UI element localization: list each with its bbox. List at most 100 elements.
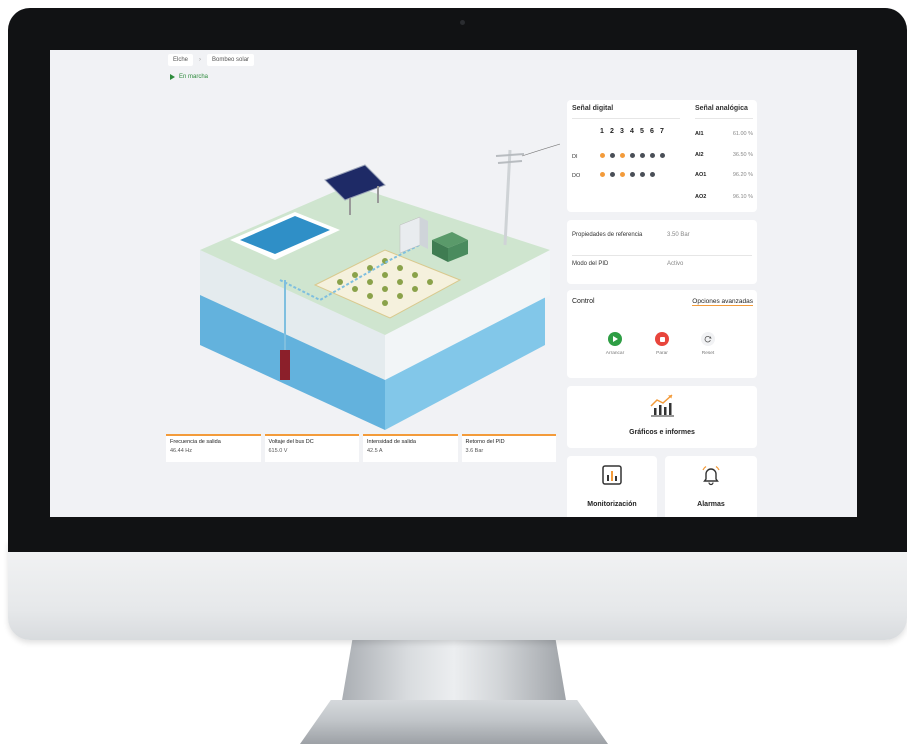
- signal-dot-active: [619, 153, 625, 158]
- analog-value: 36.50 %: [732, 152, 753, 158]
- analog-signal-title: Señal analógica: [695, 105, 748, 112]
- signal-dot-inactive: [659, 153, 665, 158]
- camera-icon: [460, 20, 465, 25]
- metric-value: 46.44 Hz: [170, 448, 193, 454]
- metric-label: Frecuencia de salida: [170, 439, 221, 445]
- analog-value: 96.10 %: [732, 194, 753, 200]
- analog-name: AO2: [695, 194, 707, 200]
- pid-mode-value: Activo: [667, 261, 684, 267]
- breadcrumb-separator: ›: [199, 57, 202, 63]
- signal-dot-active: [619, 172, 625, 177]
- status-badge: En marcha: [170, 74, 208, 80]
- charts-reports-card[interactable]: Gráficos e informes: [567, 386, 757, 448]
- advanced-options-link[interactable]: Opciones avanzadas: [692, 298, 753, 306]
- analog-value: 96.20 %: [732, 172, 753, 178]
- digital-columns: 1 2 3 4 5 6 7: [597, 128, 667, 135]
- metric-value: 42.5 A: [367, 448, 383, 454]
- column-number: 7: [660, 128, 664, 135]
- signal-dot-inactive: [649, 153, 655, 158]
- monitoring-card[interactable]: Monitorización: [567, 456, 657, 517]
- column-number: 3: [620, 128, 624, 135]
- reference-label: Propiedades de referencia: [572, 232, 643, 238]
- column-number: 2: [610, 128, 614, 135]
- monitor-stand-base: [300, 700, 608, 744]
- analog-name: AI2: [695, 152, 704, 158]
- signals-card: Señal digital Señal analógica 1 2 3 4 5 …: [567, 100, 757, 212]
- metric-value: 615.0 V: [268, 448, 288, 454]
- alarms-card[interactable]: Alarmas: [665, 456, 757, 517]
- signal-dot-active: [599, 153, 605, 158]
- pid-mode-label: Modo del PID: [572, 261, 609, 267]
- start-label: Arrancar: [605, 351, 625, 356]
- bell-icon: [702, 465, 720, 486]
- stop-circle: [655, 332, 669, 346]
- analog-value: 61.00 %: [732, 131, 753, 137]
- status-label: En marcha: [179, 74, 209, 80]
- reset-label: Reset: [701, 351, 715, 356]
- pid-mode-row: Modo del PID Activo: [572, 261, 752, 267]
- metrics-bar: Frecuencia de salida 46.44 Hz Voltaje de…: [166, 434, 556, 462]
- row-label: DI: [572, 153, 578, 160]
- divider: [695, 118, 753, 119]
- signal-dot-inactive: [609, 153, 615, 158]
- chart-trend-icon: [650, 394, 674, 417]
- signal-dot-inactive: [639, 153, 645, 158]
- reset-button[interactable]: Reset: [693, 332, 723, 356]
- metric-label: Retorno del PID: [465, 439, 505, 445]
- reference-value: 3.50 Bar: [667, 232, 690, 238]
- column-number: 1: [600, 128, 604, 135]
- metric-output-frequency: Frecuencia de salida 46.44 Hz: [166, 434, 261, 462]
- play-icon: [170, 74, 175, 80]
- bar-chart-icon: [602, 465, 622, 485]
- stop-label: Parar: [656, 351, 668, 356]
- stop-icon: [659, 336, 665, 342]
- analog-row-ai1: AI1 61.00 %: [695, 131, 753, 137]
- signal-dot-inactive: [609, 172, 615, 177]
- digital-row-di: DI: [572, 153, 667, 160]
- divider: [572, 255, 752, 256]
- breadcrumb-page[interactable]: Bombeo solar: [207, 54, 255, 66]
- play-icon: [613, 336, 618, 342]
- start-circle: [608, 332, 622, 346]
- breadcrumb-location[interactable]: Elche: [168, 54, 194, 66]
- stop-button[interactable]: Parar: [647, 332, 677, 356]
- monitor-chin: [8, 540, 907, 640]
- signal-dot-inactive: [639, 172, 645, 177]
- di-dots: [597, 153, 667, 160]
- do-dots: [597, 172, 657, 179]
- column-number: 5: [640, 128, 644, 135]
- control-title: Control: [572, 298, 595, 305]
- metric-dc-bus-voltage: Voltaje del bus DC 615.0 V: [264, 434, 359, 462]
- metric-pid-feedback: Retorno del PID 3.6 Bar: [461, 434, 556, 462]
- reports-title: Gráficos e informes: [629, 429, 695, 436]
- column-number: 6: [650, 128, 654, 135]
- signal-dot-active: [599, 172, 605, 177]
- metric-output-current: Intensidad de salida 42.5 A: [363, 434, 458, 462]
- refresh-icon: [704, 336, 712, 343]
- app-screen: Elche › Bombeo solar En marcha Frecuenci…: [50, 50, 857, 517]
- reference-property-row: Propiedades de referencia 3.50 Bar: [572, 232, 752, 238]
- column-number: 4: [630, 128, 634, 135]
- breadcrumb: Elche › Bombeo solar: [168, 54, 255, 66]
- signal-dot-inactive: [649, 172, 655, 177]
- control-card: Control Opciones avanzadas Arrancar Para…: [567, 290, 757, 378]
- analog-row-ai2: AI2 36.50 %: [695, 152, 753, 158]
- start-button[interactable]: Arrancar: [600, 332, 630, 356]
- row-label: DO: [572, 172, 581, 179]
- alarms-title: Alarmas: [697, 501, 725, 508]
- signal-dot-inactive: [629, 153, 635, 158]
- signal-dot-inactive: [629, 172, 635, 177]
- divider: [572, 118, 680, 119]
- analog-name: AI1: [695, 131, 704, 137]
- reset-circle: [701, 332, 715, 346]
- solar-pumping-illustration: [200, 143, 560, 430]
- monitoring-title: Monitorización: [587, 501, 637, 508]
- digital-signal-title: Señal digital: [572, 105, 614, 112]
- metric-label: Voltaje del bus DC: [268, 439, 314, 445]
- pid-properties-card: Propiedades de referencia 3.50 Bar Modo …: [567, 220, 757, 284]
- metric-value: 3.6 Bar: [465, 448, 484, 454]
- analog-row-ao2: AO2 96.10 %: [695, 194, 753, 200]
- metric-label: Intensidad de salida: [367, 439, 416, 445]
- analog-name: AO1: [695, 172, 707, 178]
- digital-row-do: DO: [572, 172, 657, 179]
